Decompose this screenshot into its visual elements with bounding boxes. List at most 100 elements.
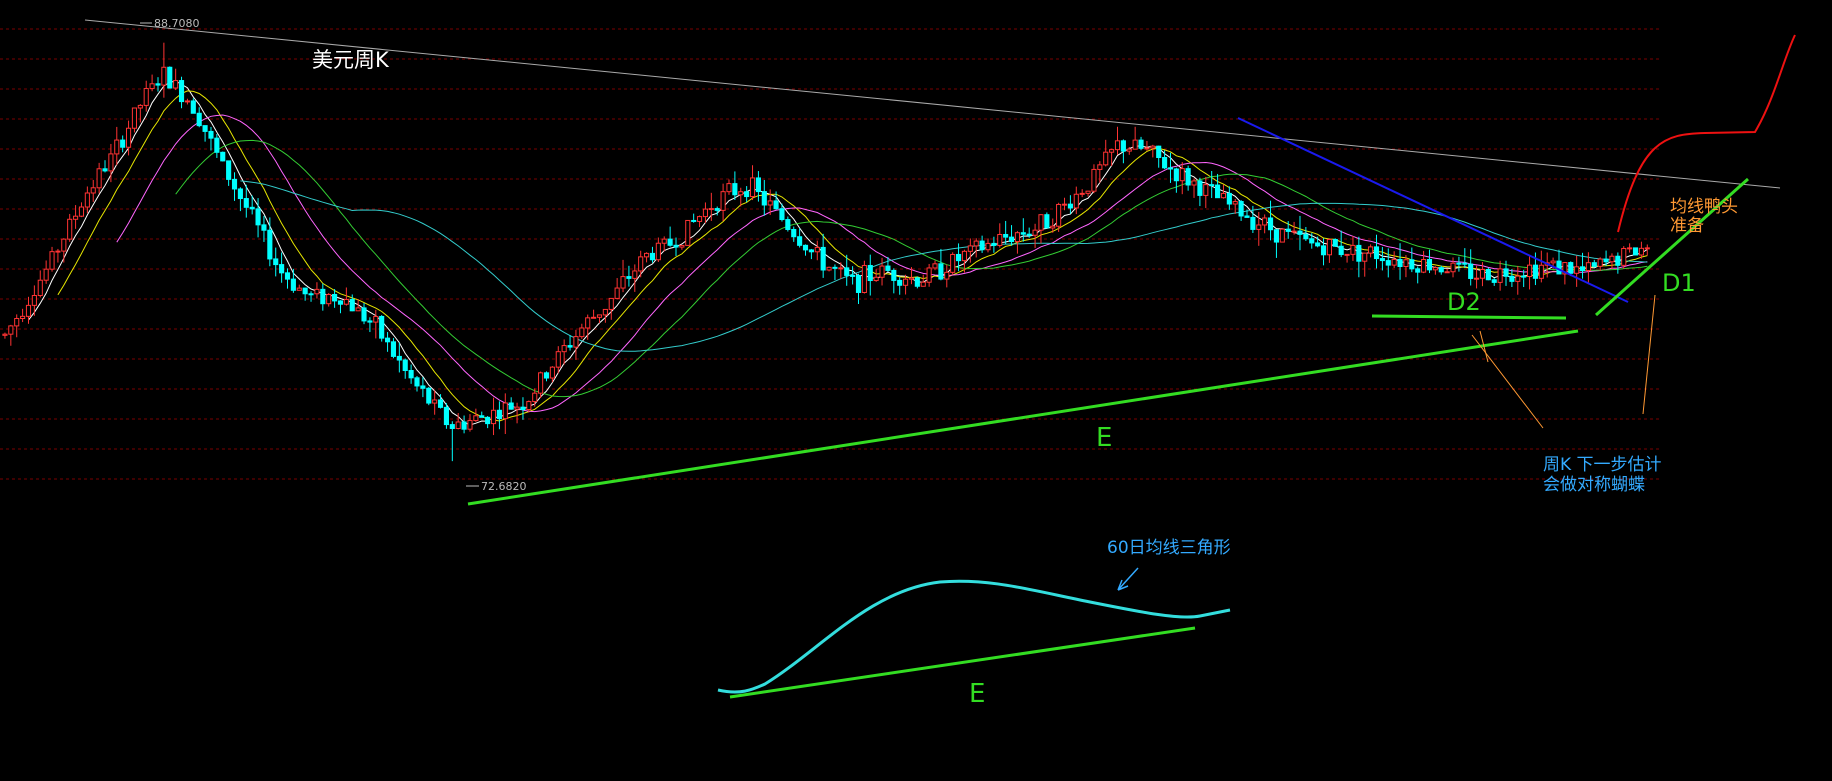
candle-body [420,385,426,389]
candle-body [620,276,626,289]
candle-body [861,264,867,293]
candle-body [1103,151,1109,166]
candle-body [573,336,579,348]
candle-body [1326,238,1332,256]
candle-body [320,288,326,305]
candle-body [479,415,485,418]
candle-body [1008,236,1015,243]
label-e: E [1096,423,1112,453]
candle-body [1003,233,1009,238]
candle-body [950,253,956,273]
candle-body [220,151,226,162]
candle-body [932,263,938,269]
candle-body [1256,224,1262,230]
candle-body [649,252,656,261]
candle-body [1644,247,1650,250]
candle-body [1497,268,1503,283]
candle-body [702,208,709,218]
candle-body [1356,244,1362,262]
candle-body [814,246,820,253]
candle-body [178,80,185,103]
candle-body [549,366,555,379]
candle-body [673,244,679,248]
label-d1: D1 [1662,269,1696,297]
candle-body [1344,253,1350,256]
candle-body [1197,180,1203,196]
candle-body [914,277,920,287]
candle-body [373,315,379,323]
candle-body [561,345,567,353]
candle-body [596,314,603,318]
candle-body [84,192,90,208]
candle-body [1379,258,1385,262]
candle-body [1444,271,1450,274]
candle-body [237,188,243,200]
candle-body [326,294,332,305]
candle-body [1291,230,1297,233]
candle-body [832,266,838,269]
candle-body [744,191,750,198]
candle-body [396,355,402,361]
candle-body [1203,184,1209,196]
candle-body [1085,190,1091,194]
candle-body [1421,258,1427,273]
candle-body [991,242,997,246]
candle-body [926,267,932,283]
candle-body [467,420,473,430]
chart-title: 美元周K [312,48,390,72]
candle-body [443,406,449,426]
candle-body [367,320,373,323]
candle-body [1038,214,1044,231]
candle-body [1609,255,1615,263]
candle-body [967,245,973,252]
candle-body [390,341,397,357]
candle-body [1532,264,1538,279]
candle-body [508,402,514,410]
candle-body [1385,260,1391,266]
candle-body [1485,269,1491,281]
candle-body [1232,201,1238,205]
candle-body [1509,275,1515,282]
candle-body [1315,242,1321,247]
candle-body [402,359,408,372]
candle-body [1432,267,1438,271]
candle-body [1032,229,1038,236]
candle-body [1403,259,1409,268]
candle-body [284,272,291,280]
candle-body [850,274,856,277]
candle-body [449,424,455,429]
candle-body [173,80,179,89]
candle-body [1556,260,1562,275]
candle-body [885,265,891,271]
candle-body [208,130,214,139]
candle-body [25,304,32,317]
candle-body [956,253,962,262]
candle-body [838,267,844,270]
candle-body [1273,229,1279,243]
candle-body [714,208,720,211]
candle-body [61,238,67,252]
candle-body [437,399,444,408]
candle-body [908,277,915,280]
candle-body [337,300,344,305]
candle-body [1079,192,1085,195]
candle-body [708,208,714,211]
candle-body [903,278,909,286]
candle-body [126,127,132,148]
candle-body [844,267,850,276]
candle-body [1332,238,1338,247]
candle-body [567,345,573,348]
candle-body [1309,238,1315,244]
candle-body [255,208,261,226]
candle-body [1138,139,1144,149]
candle-body [767,200,773,206]
candle-body [667,238,673,246]
candle-body [149,83,155,90]
candle-body [267,229,273,260]
candle-body [726,183,732,193]
candle-body [1061,203,1068,206]
candle-body [826,266,832,271]
candle-body [1474,277,1480,280]
candle-body [231,178,238,190]
candle-body [20,315,26,320]
